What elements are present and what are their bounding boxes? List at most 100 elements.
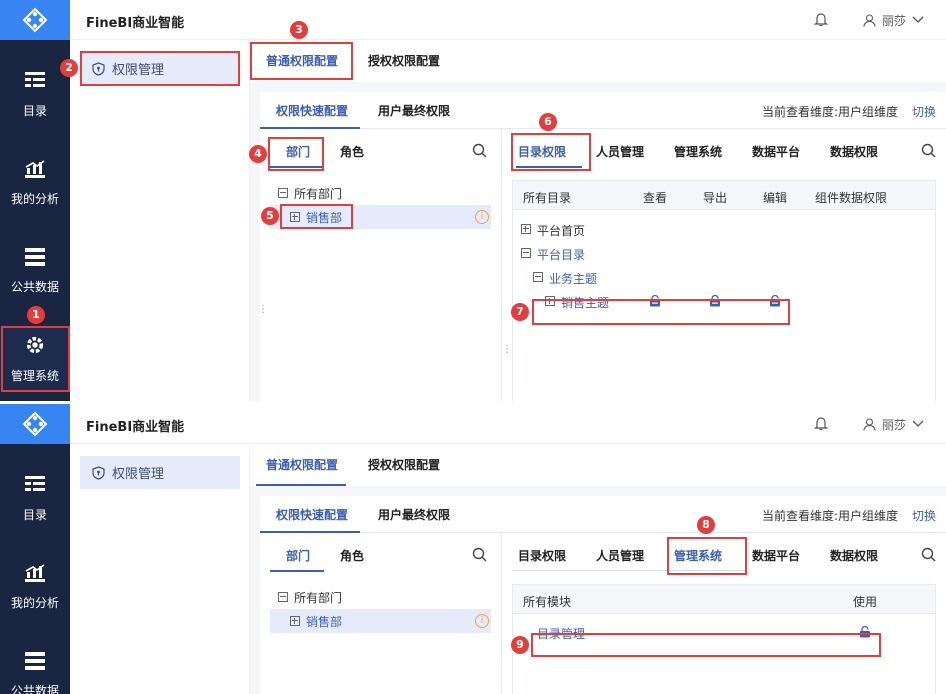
collapse-icon[interactable] bbox=[533, 272, 543, 282]
catalog-icon bbox=[25, 72, 45, 87]
brand-title: FineBI商业智能 bbox=[86, 16, 185, 31]
tab-data-platform[interactable]: 数据平台 bbox=[752, 547, 800, 564]
tab-normal-permission[interactable]: 普通权限配置 bbox=[266, 456, 338, 473]
collapse-icon[interactable] bbox=[521, 248, 531, 258]
user-menu[interactable]: 丽莎 bbox=[863, 415, 924, 433]
step-badge: 5 bbox=[261, 207, 279, 225]
nav-item-my-analysis[interactable]: 我的分析 bbox=[0, 550, 70, 620]
column-header: 所有目录 bbox=[523, 191, 572, 205]
user-icon bbox=[863, 13, 876, 27]
top-tabs: 普通权限配置 授权权限配置 bbox=[250, 444, 946, 486]
user-menu[interactable]: 丽莎 bbox=[863, 11, 924, 29]
tab-role[interactable]: 角色 bbox=[340, 143, 364, 160]
tab-data-permission[interactable]: 数据权限 bbox=[830, 143, 878, 160]
app-logo[interactable] bbox=[0, 404, 70, 444]
tab-data-permission[interactable]: 数据权限 bbox=[830, 547, 878, 564]
tab-admin-system[interactable]: 管理系统 bbox=[674, 143, 722, 160]
collapse-icon[interactable] bbox=[278, 592, 288, 602]
tree-node-sales-dept[interactable]: 销售部 i bbox=[270, 609, 491, 633]
highlight-box bbox=[80, 51, 240, 86]
table-row[interactable]: 平台首页 bbox=[513, 217, 935, 241]
highlight-box bbox=[250, 42, 353, 80]
tab-user-final-permission[interactable]: 用户最终权限 bbox=[378, 506, 450, 523]
config-card: 权限快速配置 用户最终权限 当前查看维度:用户组维度 切换 部门 角色 所有部门… bbox=[258, 92, 946, 401]
sidebar-item-permission-management[interactable]: 权限管理 bbox=[80, 456, 240, 489]
department-pane: 部门 角色 所有部门 销售部 i bbox=[260, 533, 502, 694]
tab-grant-permission[interactable]: 授权权限配置 bbox=[368, 52, 440, 69]
resize-handle-icon[interactable]: ⋮ bbox=[502, 345, 512, 362]
analysis-icon bbox=[25, 160, 45, 178]
logo-icon bbox=[22, 7, 48, 33]
column-header: 组件数据权限 bbox=[815, 191, 888, 205]
view-dimension-label: 当前查看维度:用户组维度 bbox=[761, 509, 898, 523]
nav-label: 目录 bbox=[22, 508, 47, 522]
tab-quick-config[interactable]: 权限快速配置 bbox=[276, 102, 348, 119]
column-header: 导出 bbox=[703, 191, 728, 205]
search-icon[interactable] bbox=[472, 547, 487, 562]
tree-node-label: 所有部门 bbox=[294, 590, 343, 605]
switch-link[interactable]: 切换 bbox=[912, 103, 936, 120]
search-icon[interactable] bbox=[921, 547, 936, 562]
catalog-permission-table: 所有目录 查看 导出 编辑 组件数据权限 平台首页 平台目录 业务主题 销售主题 bbox=[512, 180, 936, 401]
row-label: 业务主题 bbox=[549, 272, 598, 286]
tab-personnel-management[interactable]: 人员管理 bbox=[596, 143, 644, 160]
table-row[interactable]: 平台目录 bbox=[513, 241, 935, 265]
tree-node-all-departments[interactable]: 所有部门 bbox=[270, 585, 491, 609]
sidebar-item-label: 权限管理 bbox=[112, 467, 165, 482]
analysis-icon bbox=[25, 564, 45, 582]
top-tabs: 普通权限配置 授权权限配置 bbox=[250, 40, 946, 82]
search-icon[interactable] bbox=[921, 143, 936, 158]
column-header: 查看 bbox=[643, 191, 668, 205]
tab-data-platform[interactable]: 数据平台 bbox=[752, 143, 800, 160]
highlight-box bbox=[667, 537, 747, 575]
search-icon[interactable] bbox=[472, 143, 487, 158]
tab-underline bbox=[256, 484, 346, 486]
secondary-sidebar: 权限管理 bbox=[70, 444, 250, 694]
expand-icon[interactable] bbox=[290, 616, 300, 626]
bell-icon[interactable] bbox=[814, 416, 828, 431]
info-icon[interactable]: i bbox=[475, 210, 489, 224]
inner-tabs: 权限快速配置 用户最终权限 当前查看维度:用户组维度 切换 bbox=[260, 92, 946, 129]
collapse-icon[interactable] bbox=[278, 188, 288, 198]
secondary-sidebar: 权限管理 bbox=[70, 40, 250, 401]
logo-icon bbox=[22, 411, 48, 437]
tab-quick-config[interactable]: 权限快速配置 bbox=[276, 506, 348, 523]
nav-item-public-data[interactable]: 公共数据 bbox=[0, 638, 70, 694]
tab-catalog-permission[interactable]: 目录权限 bbox=[518, 547, 566, 564]
resize-handle-icon[interactable]: ⋮ bbox=[258, 305, 268, 322]
inner-tabs: 权限快速配置 用户最终权限 当前查看维度:用户组维度 切换 bbox=[260, 496, 946, 533]
column-header: 所有模块 bbox=[523, 595, 572, 609]
tree-node-label: 所有部门 bbox=[294, 186, 343, 201]
tab-underline bbox=[270, 570, 324, 572]
tab-grant-permission[interactable]: 授权权限配置 bbox=[368, 456, 440, 473]
user-icon bbox=[863, 417, 876, 431]
chevron-down-icon bbox=[912, 16, 924, 23]
nav-label: 我的分析 bbox=[10, 596, 59, 610]
tab-role[interactable]: 角色 bbox=[340, 547, 364, 564]
nav-label: 目录 bbox=[22, 104, 47, 118]
brand-title: FineBI商业智能 bbox=[86, 420, 185, 435]
bell-icon[interactable] bbox=[814, 12, 828, 27]
highlight-box bbox=[531, 633, 881, 657]
column-header: 使用 bbox=[853, 595, 878, 609]
expand-icon[interactable] bbox=[521, 224, 531, 234]
app-logo[interactable] bbox=[0, 0, 70, 40]
tree-node-all-departments[interactable]: 所有部门 bbox=[270, 181, 491, 205]
info-icon[interactable]: i bbox=[475, 614, 489, 628]
table-row[interactable]: 业务主题 bbox=[513, 265, 935, 289]
tab-personnel-management[interactable]: 人员管理 bbox=[596, 547, 644, 564]
left-nav: 目录 我的分析 公共数据 bbox=[0, 404, 70, 694]
screenshot-panel-module: 目录 我的分析 公共数据 FineBI商业智能 丽莎 权限管理 普通权限配置 授… bbox=[0, 404, 946, 694]
switch-link[interactable]: 切换 bbox=[912, 507, 936, 524]
nav-label: 公共数据 bbox=[10, 280, 59, 294]
highlight-box bbox=[511, 133, 591, 171]
nav-item-catalog[interactable]: 目录 bbox=[0, 462, 70, 532]
tab-department[interactable]: 部门 bbox=[286, 547, 310, 564]
table-header: 所有目录 查看 导出 编辑 组件数据权限 bbox=[513, 181, 935, 210]
highlight-box bbox=[1, 326, 70, 392]
nav-item-public-data[interactable]: 公共数据 bbox=[0, 234, 70, 304]
step-badge: 7 bbox=[511, 303, 529, 321]
nav-item-my-analysis[interactable]: 我的分析 bbox=[0, 146, 70, 216]
tab-user-final-permission[interactable]: 用户最终权限 bbox=[378, 102, 450, 119]
top-bar: FineBI商业智能 丽莎 bbox=[70, 404, 946, 444]
